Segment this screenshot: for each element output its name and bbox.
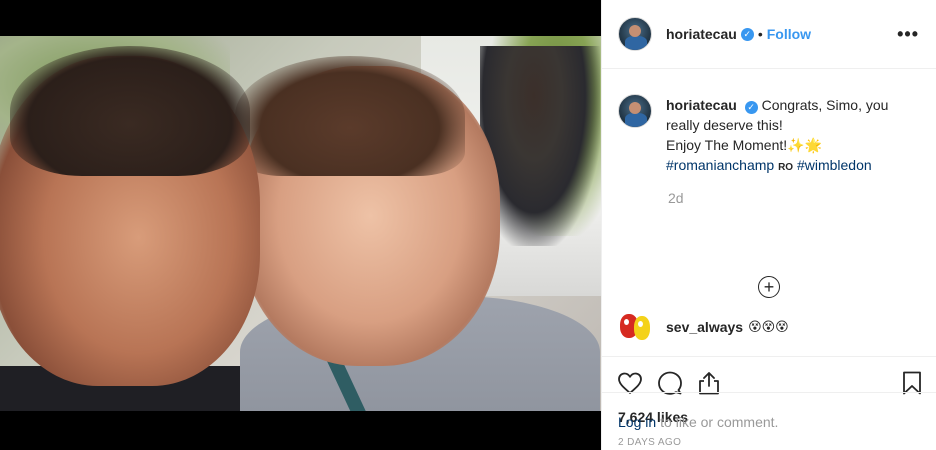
verified-icon: ✓ — [744, 100, 758, 114]
comment-row: sev_always 😵😵😵 — [602, 298, 936, 357]
hashtag-romanianchamp[interactable]: #romanianchamp — [666, 157, 774, 173]
more-options-icon[interactable]: ••• — [897, 24, 919, 45]
caption-avatar[interactable] — [618, 94, 652, 128]
post-photo[interactable] — [0, 36, 601, 411]
post-side-panel: horiatecau ✓ • Follow ••• horiatecau ✓ C… — [601, 0, 936, 450]
caption: horiatecau ✓ Congrats, Simo, you really … — [618, 85, 920, 178]
caption-line-2: really deserve this! — [666, 117, 783, 133]
comments-section: horiatecau ✓ Congrats, Simo, you really … — [602, 69, 936, 298]
commenter-username[interactable]: sev_always — [666, 319, 743, 335]
follow-button[interactable]: Follow — [767, 26, 811, 42]
caption-line-3: Enjoy The Moment!✨🌟 — [666, 137, 822, 153]
flag-ro: RO — [778, 162, 794, 173]
comment-text: 😵😵😵 — [748, 319, 789, 334]
separator-dot: • — [757, 26, 763, 42]
avatar[interactable] — [618, 17, 652, 51]
login-prompt-text: to like or comment. — [660, 413, 779, 430]
caption-time: 2d — [668, 190, 684, 206]
caption-username[interactable]: horiatecau — [666, 97, 737, 113]
heart-icon[interactable] — [618, 372, 642, 394]
commenter-avatar[interactable] — [618, 310, 652, 344]
post-media — [0, 0, 601, 450]
login-prompt: Log in to like or comment. — [602, 392, 936, 450]
hashtag-wimbledon[interactable]: #wimbledon — [797, 157, 872, 173]
caption-line-1: Congrats, Simo, you — [761, 97, 889, 113]
header-username[interactable]: horiatecau — [666, 26, 737, 42]
login-link[interactable]: Log in — [618, 414, 656, 430]
post-header: horiatecau ✓ • Follow ••• — [602, 0, 936, 69]
add-comments-icon[interactable]: + — [758, 276, 780, 298]
verified-icon: ✓ — [740, 27, 754, 41]
caption-text: horiatecau ✓ Congrats, Simo, you really … — [666, 85, 888, 178]
